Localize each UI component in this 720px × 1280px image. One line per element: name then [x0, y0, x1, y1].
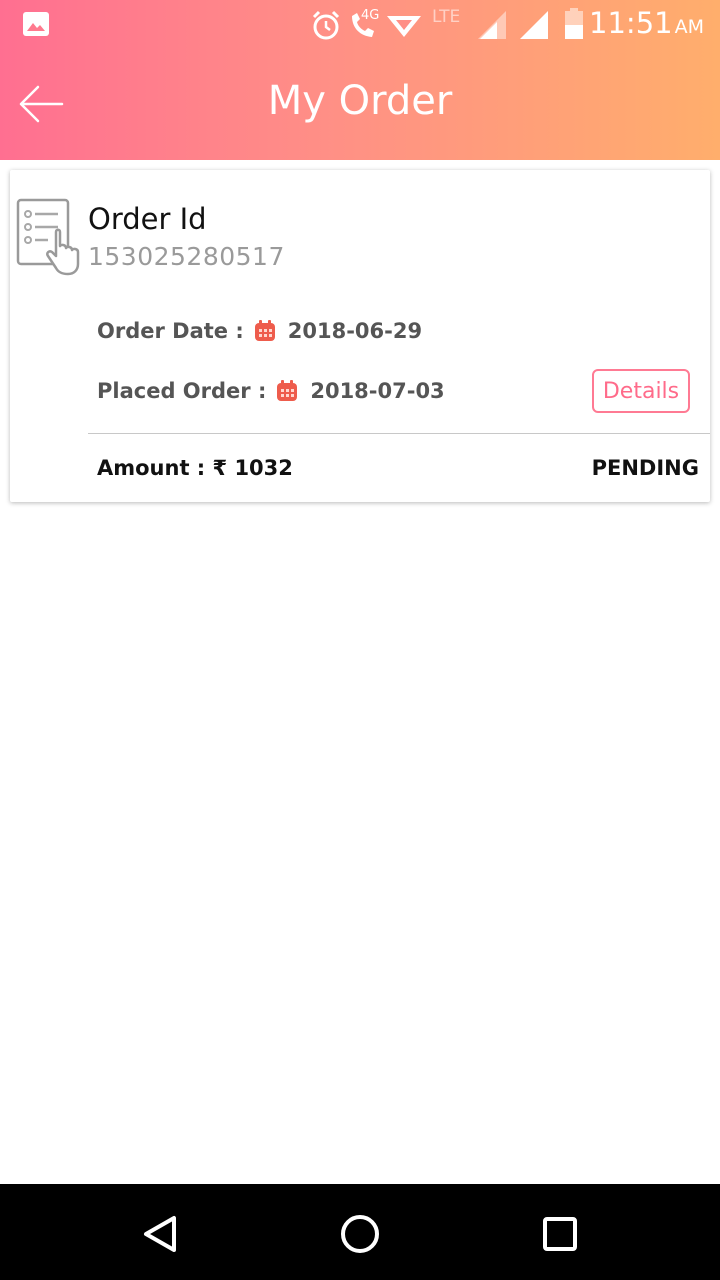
calendar-icon [277, 380, 298, 401]
system-nav-bar [0, 1184, 720, 1280]
data-badge: 4G [361, 8, 380, 23]
app-header: 4G LTE 11:51 AM My Order [0, 0, 720, 160]
placed-order-value: 2018-07-03 [310, 379, 445, 403]
nav-recents-button[interactable] [532, 1206, 588, 1262]
amount-text: Amount : ₹ 1032 [97, 456, 293, 480]
clock-ampm: AM [674, 16, 704, 38]
nav-home-button[interactable] [332, 1206, 388, 1262]
signal-icon [478, 11, 506, 39]
home-circle-icon [341, 1215, 379, 1253]
placed-order-label: Placed Order : [97, 379, 267, 403]
calendar-icon [254, 320, 275, 341]
order-date-value: 2018-06-29 [287, 319, 423, 343]
wifi-icon [387, 16, 421, 37]
network-label: LTE [432, 7, 461, 27]
order-date-row: Order Date : 2018-06-29 [97, 316, 422, 346]
order-id-label: Order Id [88, 202, 207, 236]
order-date-label: Order Date : [97, 319, 244, 343]
details-button[interactable]: Details [592, 369, 690, 413]
gallery-icon [23, 12, 49, 36]
placed-order-row: Placed Order : 2018-07-03 [97, 376, 445, 406]
order-list-icon [16, 198, 80, 276]
order-card[interactable]: Order Id 153025280517 Order Date : 2018-… [10, 170, 710, 502]
page-title: My Order [267, 78, 453, 124]
battery-icon [565, 8, 583, 39]
recents-square-icon [543, 1217, 577, 1251]
divider [88, 433, 710, 434]
clock-time: 11:51 [589, 6, 673, 40]
alarm-icon [312, 10, 340, 40]
nav-back-button[interactable] [132, 1206, 188, 1262]
order-id-value: 153025280517 [88, 242, 285, 271]
order-status: PENDING [591, 456, 699, 480]
back-triangle-icon [144, 1216, 176, 1252]
status-bar: 4G LTE 11:51 AM [0, 0, 720, 50]
status-clock: 11:51 AM [589, 6, 704, 40]
signal-icon [520, 11, 548, 39]
